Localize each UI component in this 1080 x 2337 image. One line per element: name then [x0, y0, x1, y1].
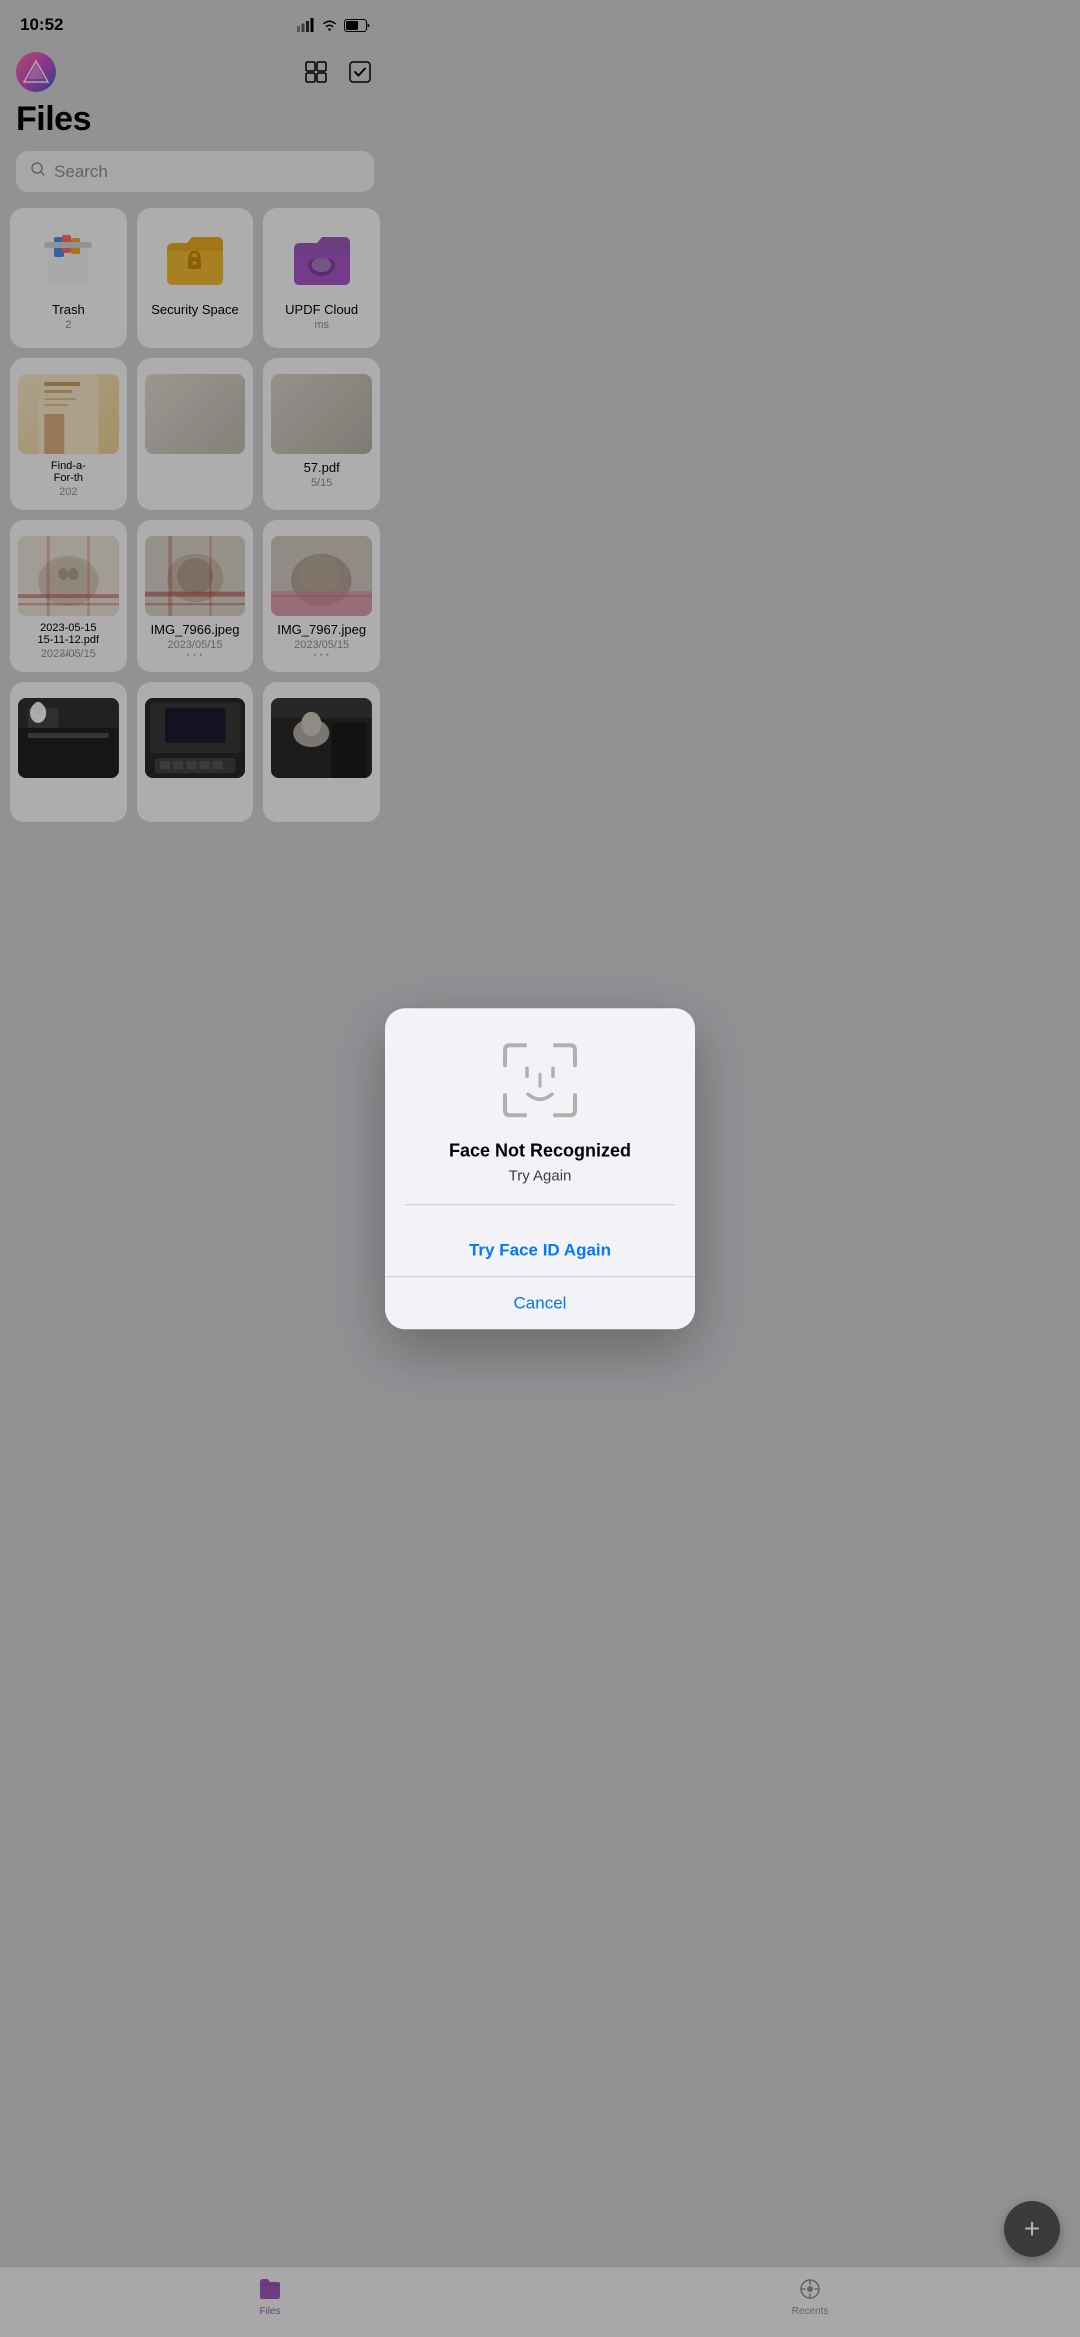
dialog-subtitle: Try Again [509, 1167, 572, 1184]
face-id-dialog: Face Not Recognized Try Again Try Face I… [385, 1008, 695, 1330]
try-face-id-button[interactable]: Try Face ID Again [385, 1224, 695, 1276]
dialog-title: Face Not Recognized [449, 1140, 631, 1161]
face-id-icon [500, 1040, 580, 1120]
cancel-button[interactable]: Cancel [385, 1276, 695, 1329]
dialog-divider [405, 1204, 675, 1205]
dialog-content: Face Not Recognized Try Again [385, 1008, 695, 1225]
